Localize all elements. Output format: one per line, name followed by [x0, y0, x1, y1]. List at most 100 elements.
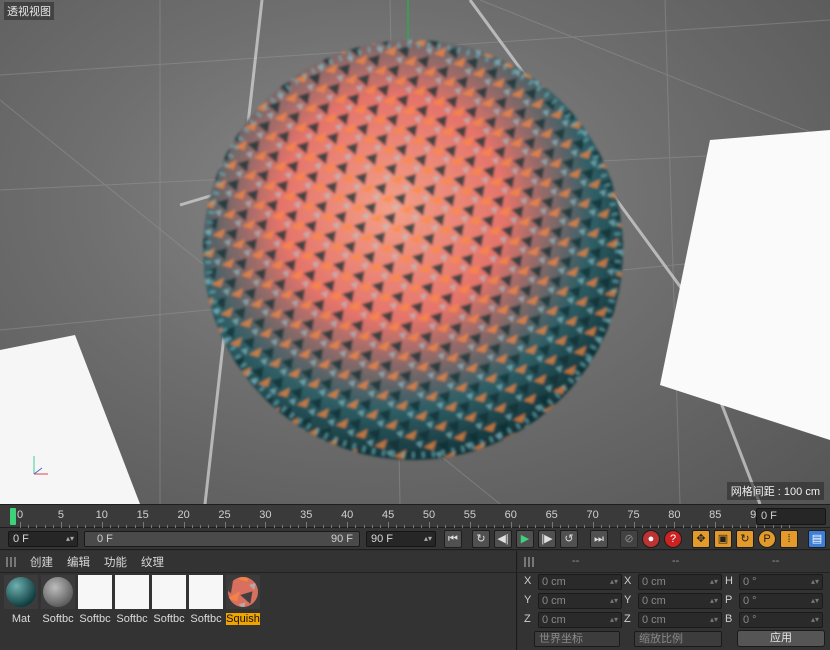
material-thumbnail	[226, 575, 260, 609]
stepper-icon[interactable]: ▴▾	[610, 613, 618, 627]
pos-x-value: 0 cm	[542, 576, 566, 588]
perspective-viewport[interactable]: 透视视图 网格间距 : 100 cm	[0, 0, 830, 504]
record-button[interactable]: ●	[642, 530, 660, 548]
next-key-button[interactable]: ↺	[560, 530, 578, 548]
material-list: Mat Softbc Softbc Softbc Softbc Softbc S…	[0, 573, 516, 625]
rotate-tool-icon[interactable]: ↻	[736, 530, 754, 548]
current-frame-field[interactable]: 0 F	[756, 508, 826, 525]
timeline-tick-label: 20	[177, 509, 190, 521]
stepper-icon[interactable]: ▴▾	[66, 532, 74, 546]
axis-label: X	[624, 575, 632, 587]
material-item-softbox-grey[interactable]: Softbc	[41, 575, 75, 625]
material-item-softbox[interactable]: Softbc	[78, 575, 112, 625]
material-name: Squish	[226, 613, 260, 625]
menu-texture[interactable]: 纹理	[141, 554, 164, 570]
size-z-value: 0 cm	[642, 614, 666, 626]
pos-y-row: Y 0 cm ▴▾	[524, 593, 624, 610]
scale-tool-icon[interactable]: ▣	[714, 530, 732, 548]
start-frame-field[interactable]: 0 F ▴▾	[8, 531, 78, 547]
material-thumbnail	[189, 575, 223, 609]
film-icon[interactable]: ▤	[808, 530, 826, 548]
timeline-ruler[interactable]: 051015202530354045505560657075808590 0 F	[0, 504, 830, 529]
timeline-tick-label: 15	[136, 509, 149, 521]
material-thumbnail	[4, 575, 38, 609]
material-item-squish[interactable]: Squish	[226, 575, 260, 625]
rot-p-field[interactable]: 0 ° ▴▾	[739, 593, 823, 609]
stepper-icon[interactable]: ▴▾	[811, 575, 819, 589]
size-x-field[interactable]: 0 cm ▴▾	[638, 574, 722, 590]
scene-render	[0, 0, 830, 504]
world-coordinates-label: 世界坐标	[539, 633, 583, 645]
axis-label: Z	[524, 613, 531, 625]
menu-edit[interactable]: 编辑	[67, 554, 90, 570]
stepper-icon[interactable]: ▴▾	[424, 532, 432, 546]
pos-x-row: X 0 cm ▴▾	[524, 574, 624, 591]
stepper-icon[interactable]: ▴▾	[710, 575, 718, 589]
timeline-tick-label: 85	[709, 509, 722, 521]
scale-mode-dropdown[interactable]: 缩放比例	[634, 631, 722, 647]
size-y-field[interactable]: 0 cm ▴▾	[638, 593, 722, 609]
pos-x-field[interactable]: 0 cm ▴▾	[538, 574, 622, 590]
timeline-tick-label: 50	[422, 509, 436, 521]
stepper-icon[interactable]: ▴▾	[710, 613, 718, 627]
pos-y-value: 0 cm	[542, 595, 566, 607]
material-menu: 创建 编辑 功能 纹理	[0, 551, 516, 573]
coord-col-position: --	[572, 555, 580, 567]
material-manager: 创建 编辑 功能 纹理 Mat Softbc Softbc Softbc Sof…	[0, 551, 517, 650]
stepper-icon[interactable]: ▴▾	[610, 575, 618, 589]
size-x-value: 0 cm	[642, 576, 666, 588]
axis-label: B	[725, 613, 733, 625]
pos-z-row: Z 0 cm ▴▾	[524, 612, 624, 629]
axis-label: Y	[624, 594, 632, 606]
rot-h-field[interactable]: 0 ° ▴▾	[739, 574, 823, 590]
material-item-mat[interactable]: Mat	[4, 575, 38, 625]
world-coordinates-dropdown[interactable]: 世界坐标	[534, 631, 620, 647]
axis-gizmo-icon	[33, 456, 48, 475]
menu-create[interactable]: 创建	[30, 554, 53, 570]
timeline-ticks[interactable]: 051015202530354045505560657075808590	[8, 505, 790, 529]
prev-key-button[interactable]: ↻	[472, 530, 490, 548]
material-thumbnail	[115, 575, 149, 609]
material-thumbnail	[78, 575, 112, 609]
panel-grip-icon[interactable]	[6, 556, 16, 567]
param-icon[interactable]: P	[758, 530, 776, 548]
pos-y-field[interactable]: 0 cm ▴▾	[538, 593, 622, 609]
axis-label: P	[725, 594, 733, 606]
axis-label: X	[524, 575, 532, 587]
stepper-icon[interactable]: ▴▾	[811, 594, 819, 608]
material-name: Softbc	[153, 613, 185, 625]
goto-end-button[interactable]: ⏭	[590, 530, 608, 548]
frame-range-slider[interactable]: 0 F 90 F	[84, 531, 360, 547]
prev-frame-button[interactable]: ◀|	[494, 530, 512, 548]
end-frame-field[interactable]: 90 F ▴▾	[366, 531, 436, 547]
goto-start-button[interactable]: ⏮	[444, 530, 462, 548]
pos-z-value: 0 cm	[542, 614, 566, 626]
axis-label: Y	[524, 594, 532, 606]
autokey-button[interactable]: ?	[664, 530, 682, 548]
timeline-tick-label: 80	[668, 509, 681, 521]
timeline-tick-label: 25	[218, 509, 231, 521]
grid-dots-icon[interactable]: ⁞	[780, 530, 798, 548]
start-frame-value: 0 F	[13, 533, 29, 545]
move-tool-icon[interactable]: ✥	[692, 530, 710, 548]
menu-function[interactable]: 功能	[104, 554, 127, 570]
material-item-softbox[interactable]: Softbc	[115, 575, 149, 625]
size-z-field[interactable]: 0 cm ▴▾	[638, 612, 722, 628]
apply-button[interactable]: 应用	[737, 630, 825, 647]
material-item-softbox[interactable]: Softbc	[189, 575, 223, 625]
next-frame-button[interactable]: |▶	[538, 530, 556, 548]
panel-grip-icon[interactable]	[524, 557, 534, 567]
timeline-playhead[interactable]	[10, 508, 16, 525]
stepper-icon[interactable]: ▴▾	[710, 594, 718, 608]
size-z-row: Z 0 cm ▴▾	[624, 612, 724, 629]
coordinate-manager: -- -- -- X 0 cm ▴▾ Y 0 cm ▴▾ Z 0 cm ▴▾ X 0 …	[518, 551, 830, 650]
stepper-icon[interactable]: ▴▾	[811, 613, 819, 627]
stepper-icon[interactable]: ▴▾	[610, 594, 618, 608]
keyframe-off-icon[interactable]: ⊘	[620, 530, 638, 548]
rot-b-field[interactable]: 0 ° ▴▾	[739, 612, 823, 628]
play-button[interactable]: ▶	[516, 530, 534, 548]
pos-z-field[interactable]: 0 cm ▴▾	[538, 612, 622, 628]
material-item-softbox[interactable]: Softbc	[152, 575, 186, 625]
material-name: Softbc	[190, 613, 222, 625]
current-frame-value: 0 F	[761, 510, 777, 522]
